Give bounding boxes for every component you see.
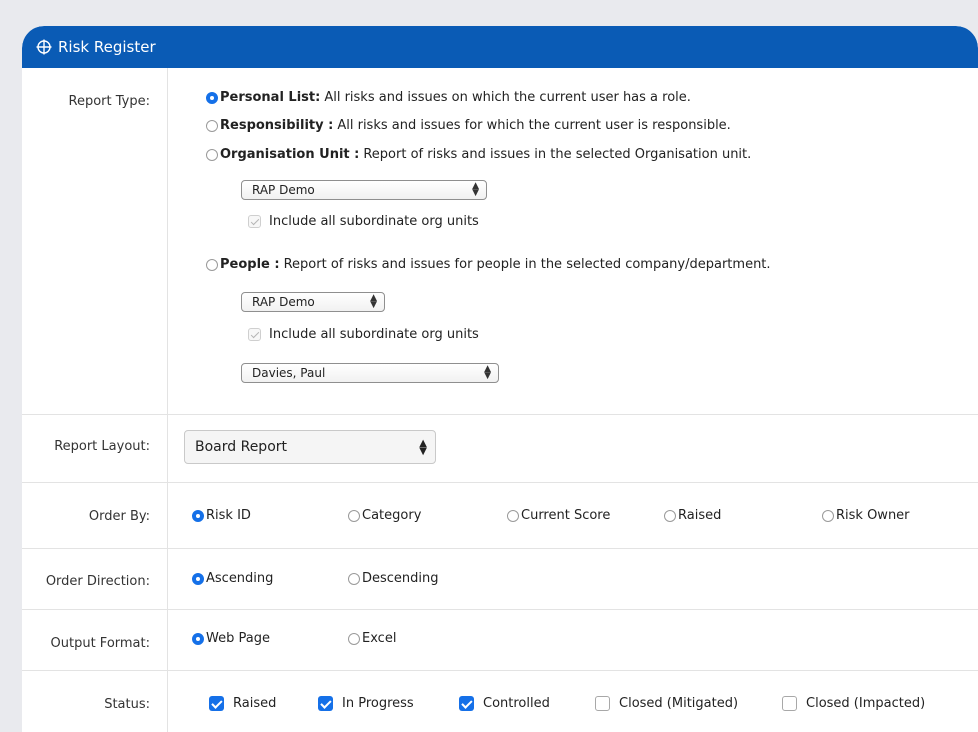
checkbox-raised[interactable] [209,696,224,711]
report-type-responsibility-option[interactable]: Responsibility : All risks and issues fo… [206,118,731,133]
order-direction-label: Order Direction: [45,574,150,589]
order-by-row: Order By: Risk ID Category Current Score… [22,482,978,549]
order-by-risk-id[interactable]: Risk ID [192,508,251,523]
radio-excel[interactable] [348,632,360,645]
report-type-label: Report Type: [68,94,150,109]
select-arrows-icon: ▲ ▼ [484,364,491,381]
report-type-row: Report Type: Personal List: All risks an… [22,68,978,415]
org-unit-desc: Report of risks and issues in the select… [363,147,752,162]
status-closed-impacted-label: Closed (Impacted) [806,696,926,711]
select-arrows-icon: ▲ ▼ [370,293,377,310]
personal-name: Personal List: [220,90,321,105]
org-unit-name: Organisation Unit : [220,147,360,162]
radio-org-unit[interactable] [206,148,218,161]
web-page-label: Web Page [206,631,270,646]
report-layout-select[interactable]: Board Report ▲ ▼ [184,430,436,464]
radio-personal[interactable] [206,91,218,104]
radio-risk-owner[interactable] [822,509,834,522]
descending-label: Descending [362,571,439,586]
checkbox-controlled[interactable] [459,696,474,711]
output-format-excel[interactable]: Excel [348,631,396,646]
checkbox-closed-impacted[interactable] [782,696,797,711]
radio-ascending[interactable] [192,572,204,585]
status-closed-mitigated[interactable]: Closed (Mitigated) [595,696,738,711]
responsibility-name: Responsibility : [220,118,334,133]
org-unit-select[interactable]: RAP Demo ▲ ▼ [241,180,487,200]
order-by-current-score[interactable]: Current Score [507,508,610,523]
org-unit-select-value: RAP Demo [252,183,315,197]
status-raised-label: Raised [233,696,277,711]
org-unit-subordinate-checkbox[interactable]: Include all subordinate org units [248,214,479,229]
status-label: Status: [104,697,150,712]
report-type-org-unit-option[interactable]: Organisation Unit : Report of risks and … [206,147,751,162]
checkbox-disabled-icon[interactable] [248,328,261,341]
panel-title: Risk Register [58,38,156,56]
order-by-raised[interactable]: Raised [664,508,721,523]
people-desc: Report of risks and issues for people in… [283,257,771,272]
crosshair-icon [36,39,52,55]
radio-responsibility[interactable] [206,119,218,132]
order-by-category-label: Category [362,508,422,523]
order-direction-descending[interactable]: Descending [348,571,439,586]
radio-current-score[interactable] [507,509,519,522]
status-closed-impacted[interactable]: Closed (Impacted) [782,696,925,711]
panel-header: Risk Register [22,26,978,68]
person-select[interactable]: Davies, Paul ▲ ▼ [241,363,499,383]
ascending-label: Ascending [206,571,274,586]
responsibility-desc: All risks and issues for which the curre… [337,118,731,133]
radio-category[interactable] [348,509,360,522]
order-direction-row: Order Direction: Ascending Descending [22,548,978,610]
radio-people[interactable] [206,258,218,271]
people-subordinate-label: Include all subordinate org units [269,327,479,342]
report-layout-row: Report Layout: [22,414,978,483]
status-row: Status: Raised In Progress Controlled Cl… [22,670,978,732]
people-org-select[interactable]: RAP Demo ▲ ▼ [241,292,385,312]
excel-label: Excel [362,631,397,646]
select-arrows-icon: ▲ ▼ [419,438,427,457]
people-org-select-value: RAP Demo [252,295,315,309]
order-direction-ascending[interactable]: Ascending [192,571,273,586]
people-subordinate-checkbox[interactable]: Include all subordinate org units [248,327,479,342]
checkbox-disabled-icon[interactable] [248,215,261,228]
status-raised[interactable]: Raised [209,696,276,711]
order-by-risk-id-label: Risk ID [206,508,251,523]
report-type-personal-option[interactable]: Personal List: All risks and issues on w… [206,90,691,105]
people-name: People : [220,257,280,272]
risk-register-panel: Risk Register Report Type: Personal List… [22,26,978,732]
order-by-category[interactable]: Category [348,508,421,523]
radio-risk-id[interactable] [192,509,204,522]
output-format-label: Output Format: [50,636,150,651]
org-unit-subordinate-label: Include all subordinate org units [269,214,479,229]
report-layout-label: Report Layout: [54,439,150,454]
radio-raised[interactable] [664,509,676,522]
order-by-risk-owner-label: Risk Owner [836,508,910,523]
report-type-people-option[interactable]: People : Report of risks and issues for … [206,257,771,272]
status-in-progress-label: In Progress [342,696,414,711]
order-by-label: Order By: [88,509,150,524]
status-in-progress[interactable]: In Progress [318,696,414,711]
order-by-current-score-label: Current Score [521,508,611,523]
status-controlled[interactable]: Controlled [459,696,550,711]
order-by-risk-owner[interactable]: Risk Owner [822,508,910,523]
select-arrows-icon: ▲ ▼ [472,181,479,198]
status-closed-mitigated-label: Closed (Mitigated) [619,696,739,711]
status-controlled-label: Controlled [483,696,550,711]
report-layout-value: Board Report [195,439,288,455]
personal-desc: All risks and issues on which the curren… [324,90,691,105]
radio-web-page[interactable] [192,632,204,645]
checkbox-closed-mitigated[interactable] [595,696,610,711]
radio-descending[interactable] [348,572,360,585]
output-format-row: Output Format: Web Page Excel [22,609,978,671]
person-select-value: Davies, Paul [252,366,326,380]
order-by-raised-label: Raised [678,508,722,523]
output-format-web-page[interactable]: Web Page [192,631,270,646]
checkbox-in-progress[interactable] [318,696,333,711]
